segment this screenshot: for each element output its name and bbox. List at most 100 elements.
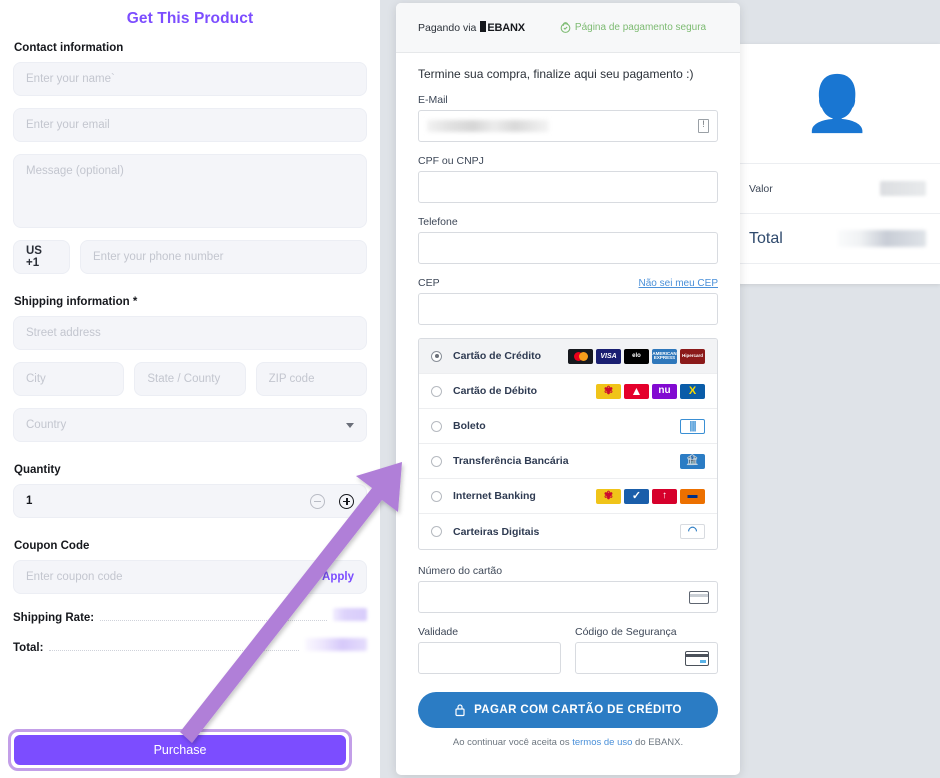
payment-method-cartao-de-credito[interactable]: Cartão de Crédito VISA elo AMERICAN EXPRESS…	[419, 339, 717, 374]
modal-heading: Termine sua compra, finalize aqui seu pa…	[418, 67, 694, 81]
message-textarea[interactable]: Message (optional)	[13, 154, 367, 228]
american-express-logo: AMERICAN EXPRESS	[652, 348, 677, 364]
ebanx-email-input[interactable]	[418, 110, 718, 142]
state-county-input[interactable]: State / County	[134, 362, 246, 396]
ebanx-modal-body: Termine sua compra, finalize aqui seu pa…	[396, 53, 740, 748]
email-input[interactable]: Enter your email	[13, 108, 367, 142]
payment-method-label: Cartão de Crédito	[453, 350, 542, 362]
total-value	[305, 638, 367, 651]
page-title: Get This Product	[126, 10, 254, 27]
radio-carteiras-digitais[interactable]	[431, 526, 442, 537]
checkout-form-panel: Get This Product Contact information Ent…	[0, 0, 380, 778]
apply-coupon-button[interactable]: Apply	[322, 571, 354, 583]
terms-suffix: do EBANX.	[632, 737, 684, 748]
user-avatar-icon: 👤	[803, 73, 872, 134]
zip-code-input[interactable]: ZIP code	[255, 362, 367, 396]
purchase-button[interactable]: Purchase	[14, 735, 346, 765]
ebanx-modal-header: Pagando via EBANX Página de pagamento se…	[396, 3, 740, 53]
card-number-input[interactable]	[418, 581, 718, 613]
shipping-rate-label: Shipping Rate:	[13, 612, 95, 624]
cep-input[interactable]	[418, 293, 718, 325]
country-select[interactable]: Country	[13, 408, 367, 442]
total-value	[838, 230, 926, 247]
boleto-logo: |||	[680, 418, 705, 434]
cep-help-link[interactable]: Não sei meu CEP	[639, 278, 718, 289]
total-row: Total:	[13, 638, 367, 654]
radio-boleto[interactable]	[431, 420, 442, 432]
terms-notice: Ao continuar você aceita os termos de us…	[418, 737, 718, 748]
radio-internet-banking[interactable]	[431, 490, 442, 502]
card-expiry-cvv-row: Validade Código de Segurança	[418, 626, 718, 687]
valor-value	[880, 181, 926, 196]
chevron-down-icon	[346, 422, 354, 428]
radio-cartao-de-credito[interactable]	[431, 350, 442, 362]
payment-method-label: Carteiras Digitais	[453, 525, 540, 538]
hipercard-logo: Hipercard	[680, 348, 705, 364]
phone-number-input[interactable]: Enter your phone number	[80, 240, 367, 274]
payment-method-boleto[interactable]: Boleto |||	[419, 409, 717, 444]
minus-circle-icon[interactable]	[310, 493, 325, 509]
secure-payment-badge: Página de pagamento segura	[559, 21, 706, 34]
coupon-code-input[interactable]: Enter coupon code Apply	[13, 560, 367, 594]
radio-cartao-de-debito[interactable]	[431, 385, 442, 397]
payment-method-logos: |||	[680, 418, 705, 434]
payment-method-carteiras-digitais[interactable]: Carteiras Digitais ◠	[419, 514, 717, 549]
payment-method-transferencia-bancaria[interactable]: Transferência Bancária 🏦	[419, 444, 717, 479]
shipping-information-label: Shipping information *	[14, 296, 138, 308]
payment-method-cartao-de-debito[interactable]: Cartão de Débito ✾ ▲ nu X	[419, 374, 717, 409]
telefone-label: Telefone	[418, 216, 458, 228]
terms-prefix: Ao continuar você aceita os	[452, 737, 573, 748]
telefone-input[interactable]	[418, 232, 718, 264]
order-summary-card: 👤 Valor Total	[735, 44, 940, 284]
dotted-leader	[100, 620, 327, 621]
ebanx-logo: EBANX	[480, 21, 525, 34]
quantity-value: 1	[26, 495, 33, 507]
mastercard-logo	[568, 348, 593, 364]
city-input[interactable]: City	[13, 362, 125, 396]
email-label: E-Mail	[418, 94, 448, 106]
pay-with-credit-card-button[interactable]: PAGAR COM CARTÃO DE CRÉDITO	[418, 692, 718, 728]
cpf-cnpj-input[interactable]	[418, 171, 718, 203]
phone-country-code-select[interactable]: US +1	[13, 240, 70, 274]
payment-method-internet-banking[interactable]: Internet Banking ✾ ✓ ↑ ▬	[419, 479, 717, 514]
name-input[interactable]: Enter your name`	[13, 62, 367, 96]
ebanx-mark-icon	[480, 21, 487, 32]
product-avatar: 👤	[735, 44, 940, 164]
email-value-redacted	[427, 120, 549, 132]
quantity-controls	[310, 493, 354, 509]
cvv-input[interactable]	[575, 642, 718, 674]
radio-transferencia-bancaria[interactable]	[431, 455, 442, 467]
payment-method-list: Cartão de Crédito VISA elo AMERICAN EXPRESS…	[418, 338, 718, 550]
secure-payment-label: Página de pagamento segura	[574, 22, 707, 33]
cpf-cnpj-label: CPF ou CNPJ	[418, 155, 484, 167]
total-label: Total	[749, 229, 783, 247]
purchase-button-highlight: Purchase	[8, 729, 352, 771]
coupon-code-label: Coupon Code	[14, 540, 90, 552]
lock-icon	[560, 22, 571, 33]
quantity-stepper[interactable]: 1	[13, 484, 367, 518]
payment-method-label: Boleto	[453, 420, 486, 432]
validade-group: Validade	[418, 626, 561, 687]
bradesco-logo: ✾	[596, 488, 621, 504]
valor-label: Valor	[749, 182, 773, 195]
payment-method-logos: ✾ ✓ ↑ ▬	[596, 488, 705, 504]
terms-of-use-link[interactable]: termos de uso	[572, 737, 632, 748]
plus-circle-icon[interactable]	[339, 493, 354, 509]
street-address-input[interactable]: Street address	[13, 316, 367, 350]
payment-method-label: Internet Banking	[453, 490, 536, 502]
santander-logo: ▲	[624, 383, 649, 399]
banrisul-logo: ↑	[652, 488, 677, 504]
cep-label: CEP	[418, 277, 440, 289]
validade-input[interactable]	[418, 642, 561, 674]
banco-do-brasil-logo: X	[680, 383, 705, 399]
info-icon[interactable]	[698, 119, 709, 133]
country-select-value: Country	[26, 419, 67, 431]
contact-information-label: Contact information	[14, 42, 124, 54]
cep-label-row: CEP Não sei meu CEP	[418, 277, 718, 293]
payment-method-logos: 🏦	[680, 453, 705, 469]
digital-wallet-logo: ◠	[680, 524, 705, 539]
coupon-placeholder: Enter coupon code	[26, 571, 123, 583]
paying-via-label: Pagando via	[418, 21, 477, 34]
cvv-label: Código de Segurança	[575, 626, 677, 638]
